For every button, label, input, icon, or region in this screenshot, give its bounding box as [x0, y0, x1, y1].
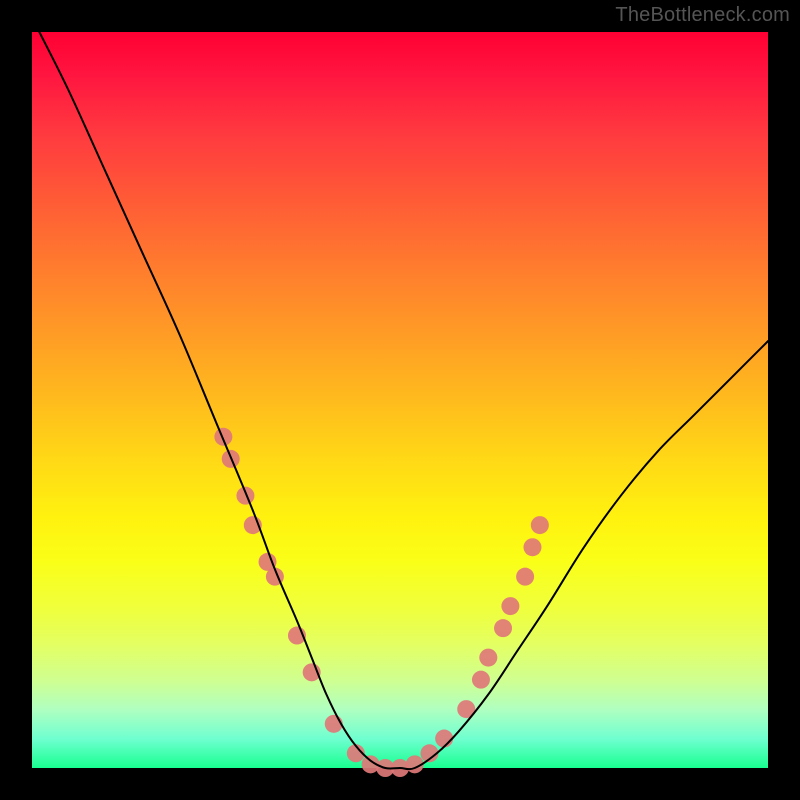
highlight-dot	[214, 428, 232, 446]
highlight-dot	[523, 538, 541, 556]
highlight-dot	[501, 597, 519, 615]
marker-layer	[214, 428, 548, 777]
highlight-dot	[494, 619, 512, 637]
highlight-dot	[479, 649, 497, 667]
curve-svg	[32, 32, 768, 768]
highlight-dot	[472, 671, 490, 689]
highlight-dot	[531, 516, 549, 534]
bottleneck-curve	[39, 32, 768, 769]
highlight-dot	[516, 568, 534, 586]
chart-frame: TheBottleneck.com	[0, 0, 800, 800]
highlight-dot	[435, 730, 453, 748]
highlight-dot	[236, 487, 254, 505]
plot-area	[32, 32, 768, 768]
watermark-text: TheBottleneck.com	[615, 4, 790, 27]
